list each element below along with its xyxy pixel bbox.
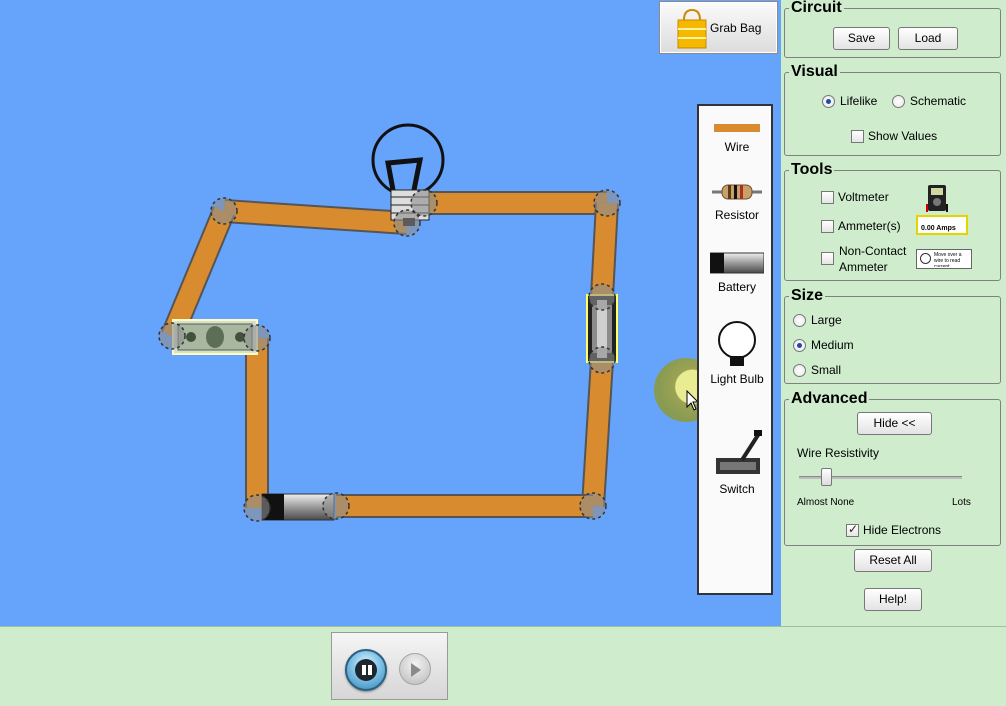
junction bbox=[593, 189, 621, 217]
voltmeter-icon bbox=[926, 185, 948, 212]
wire-resistivity-slider[interactable] bbox=[821, 468, 832, 486]
wire-resistivity-label: Wire Resistivity bbox=[797, 446, 880, 460]
voltmeter-label: Voltmeter bbox=[838, 190, 889, 204]
junctions bbox=[158, 189, 621, 522]
junction bbox=[243, 324, 271, 352]
schematic-label: Schematic bbox=[910, 94, 967, 108]
resistor-icon bbox=[712, 184, 762, 200]
visual-title: Visual bbox=[789, 63, 840, 81]
pause-button[interactable] bbox=[345, 649, 387, 691]
component-toolbox: Wire Resistor Battery Light Bulb Switch bbox=[697, 104, 773, 595]
hide-advanced-button[interactable]: Hide << bbox=[857, 412, 932, 435]
toolbox-switch[interactable]: Switch bbox=[699, 428, 775, 496]
noncontact-label-2: Ammeter bbox=[839, 260, 888, 274]
junction bbox=[243, 494, 271, 522]
size-title: Size bbox=[789, 287, 826, 305]
schematic-radio[interactable] bbox=[892, 95, 905, 108]
toolbox-battery-label: Battery bbox=[717, 280, 756, 294]
save-button[interactable]: Save bbox=[833, 27, 890, 50]
tools-group: Tools Voltmeter Ammeter(s) 0.00 Amps Non… bbox=[784, 161, 1001, 281]
switch-icon bbox=[716, 430, 762, 474]
wire-icon bbox=[714, 124, 760, 132]
grab-bag-label: Grab Bag bbox=[710, 21, 762, 35]
junction bbox=[588, 283, 616, 311]
toolbox-wire-label: Wire bbox=[724, 140, 750, 154]
size-small-radio[interactable] bbox=[793, 364, 806, 377]
toolbox-resistor-label: Resistor bbox=[714, 208, 759, 222]
lifelike-label: Lifelike bbox=[840, 94, 878, 108]
size-medium-label: Medium bbox=[811, 338, 854, 352]
noncontact-ammeter-checkbox[interactable] bbox=[821, 252, 834, 265]
reset-all-button[interactable]: Reset All bbox=[854, 549, 932, 572]
size-medium-radio[interactable] bbox=[793, 339, 806, 352]
toolbox-battery[interactable]: Battery bbox=[699, 252, 775, 294]
lots-label: Lots bbox=[952, 497, 971, 508]
circuit-drawing[interactable] bbox=[0, 0, 781, 626]
control-panel: Circuit Save Load Visual Lifelike Schema… bbox=[782, 0, 1006, 626]
junction bbox=[393, 209, 421, 237]
toolbox-switch-label: Switch bbox=[719, 482, 755, 496]
step-button[interactable] bbox=[399, 653, 431, 685]
crosshair-icon bbox=[920, 253, 931, 264]
help-button[interactable]: Help! bbox=[864, 588, 922, 611]
advanced-title: Advanced bbox=[789, 390, 870, 408]
hide-electrons-label: Hide Electrons bbox=[863, 523, 942, 537]
noncontact-hint: Move over a wire to read current bbox=[934, 252, 962, 267]
junction bbox=[588, 346, 616, 374]
battery-icon bbox=[709, 252, 765, 274]
toolbox-light-bulb-label: Light Bulb bbox=[710, 372, 764, 386]
ammeters-label: Ammeter(s) bbox=[838, 219, 901, 233]
grab-bag-button[interactable]: Grab Bag bbox=[659, 1, 778, 54]
circuit-canvas[interactable]: Grab Bag Wire Resistor Battery Light Bul… bbox=[0, 0, 781, 626]
bottom-bar bbox=[0, 626, 1006, 706]
shopping-bag-icon bbox=[677, 8, 707, 49]
show-values-checkbox[interactable] bbox=[851, 130, 864, 143]
noncontact-ammeter-icon: Move over a wire to read current bbox=[916, 249, 972, 269]
show-values-label: Show Values bbox=[868, 129, 938, 143]
visual-group: Visual Lifelike Schematic Show Values bbox=[784, 63, 1001, 156]
light-bulb-icon bbox=[718, 321, 756, 366]
junction bbox=[210, 197, 238, 225]
junction bbox=[410, 189, 438, 217]
ammeter-icon: 0.00 Amps bbox=[916, 215, 968, 235]
load-button[interactable]: Load bbox=[898, 27, 958, 50]
almost-none-label: Almost None bbox=[797, 497, 855, 508]
advanced-group: Advanced Hide << Wire Resistivity Almost… bbox=[784, 390, 1001, 546]
hide-electrons-checkbox[interactable] bbox=[846, 522, 859, 537]
junction bbox=[322, 492, 350, 520]
ammeter-checkbox[interactable] bbox=[821, 220, 834, 233]
size-group: Size Large Medium Small bbox=[784, 287, 1001, 384]
circuit-title: Circuit bbox=[789, 0, 844, 17]
playback-controls bbox=[331, 632, 448, 700]
toolbox-light-bulb[interactable]: Light Bulb bbox=[699, 320, 775, 386]
wires[interactable] bbox=[160, 191, 619, 518]
toolbox-wire[interactable]: Wire bbox=[699, 120, 775, 154]
ammeter-readout: 0.00 Amps bbox=[921, 225, 956, 232]
circuit-group: Circuit Save Load bbox=[784, 0, 1001, 58]
size-small-label: Small bbox=[811, 363, 842, 377]
toolbox-resistor[interactable]: Resistor bbox=[699, 184, 775, 222]
voltmeter-checkbox[interactable] bbox=[821, 191, 834, 204]
noncontact-label-1: Non-Contact bbox=[839, 244, 907, 258]
lifelike-radio[interactable] bbox=[822, 95, 835, 108]
size-large-radio[interactable] bbox=[793, 314, 806, 327]
junction bbox=[579, 492, 607, 520]
tools-title: Tools bbox=[789, 161, 835, 179]
size-large-label: Large bbox=[811, 313, 842, 327]
junction bbox=[158, 322, 186, 350]
